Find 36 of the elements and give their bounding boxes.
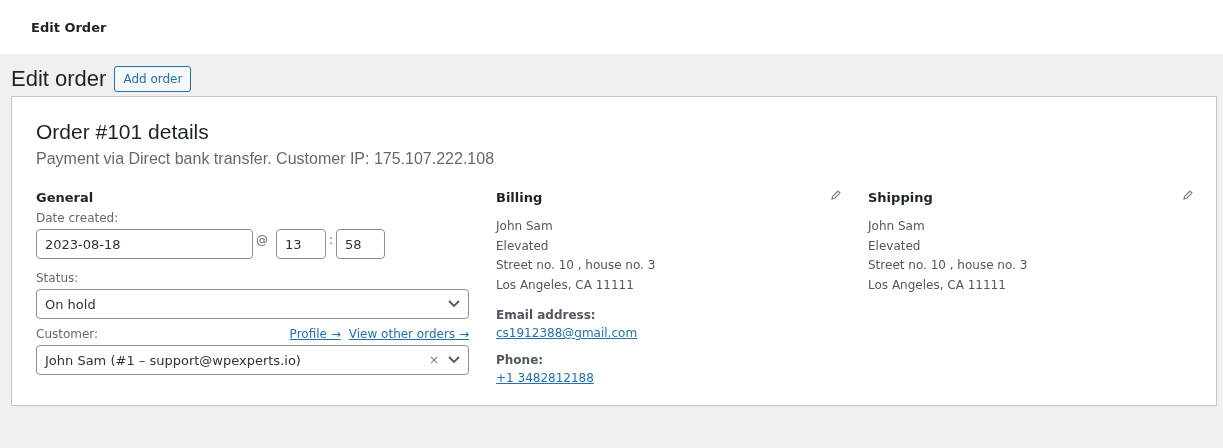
field-label: Status:: [36, 271, 80, 285]
address-line: John Sam: [868, 218, 926, 235]
pencil-icon[interactable]: [1183, 190, 1193, 200]
customer-link[interactable]: View other orders →: [348, 327, 469, 341]
add-order-button[interactable]: Add order: [114, 66, 192, 92]
field-label: Date created:: [36, 211, 120, 225]
order-subtitle: Payment via Direct bank transfer. Customer IP: 175.107.222.108: [36, 150, 496, 168]
date-field[interactable]: 2023-08-18: [36, 229, 253, 259]
customer-select[interactable]: John Sam (#1 – support@wpexperts.io) ×: [36, 345, 469, 375]
address-line: Elevated: [868, 237, 922, 255]
address-line: Street no. 10 , house no. 3: [496, 257, 657, 274]
customer-link[interactable]: Profile →: [289, 327, 341, 341]
field-label: Customer:: [36, 327, 99, 341]
status-select[interactable]: On hold: [36, 289, 469, 319]
minute-field[interactable]: 58: [336, 229, 386, 259]
address-line: Street no. 10 , house no. 3: [868, 257, 1029, 274]
contact-link[interactable]: cs1912388@gmail.com: [496, 326, 841, 340]
section-title: Shipping: [868, 190, 933, 205]
section-title: General: [36, 190, 94, 205]
chevron-down-icon: [448, 300, 460, 308]
contact-label: Email address:: [496, 308, 597, 322]
page-title: Edit Order: [31, 19, 107, 35]
chevron-down-icon: [448, 356, 460, 364]
at-sign: @: [256, 233, 268, 247]
address-line: Los Angeles, CA 11111: [868, 276, 1007, 294]
hour-field[interactable]: 13: [276, 229, 326, 259]
page-heading: Edit order: [11, 66, 107, 92]
pencil-icon[interactable]: [831, 190, 841, 200]
section-title: Billing: [496, 190, 543, 205]
address-line: Elevated: [496, 237, 550, 255]
time-separator: :: [329, 233, 334, 247]
address-line: John Sam: [496, 218, 554, 235]
contact-link[interactable]: +1 3482812188: [496, 371, 841, 385]
order-title: Order #101 details: [36, 120, 210, 144]
contact-label: Phone:: [496, 353, 545, 367]
address-line: Los Angeles, CA 11111: [496, 276, 635, 294]
